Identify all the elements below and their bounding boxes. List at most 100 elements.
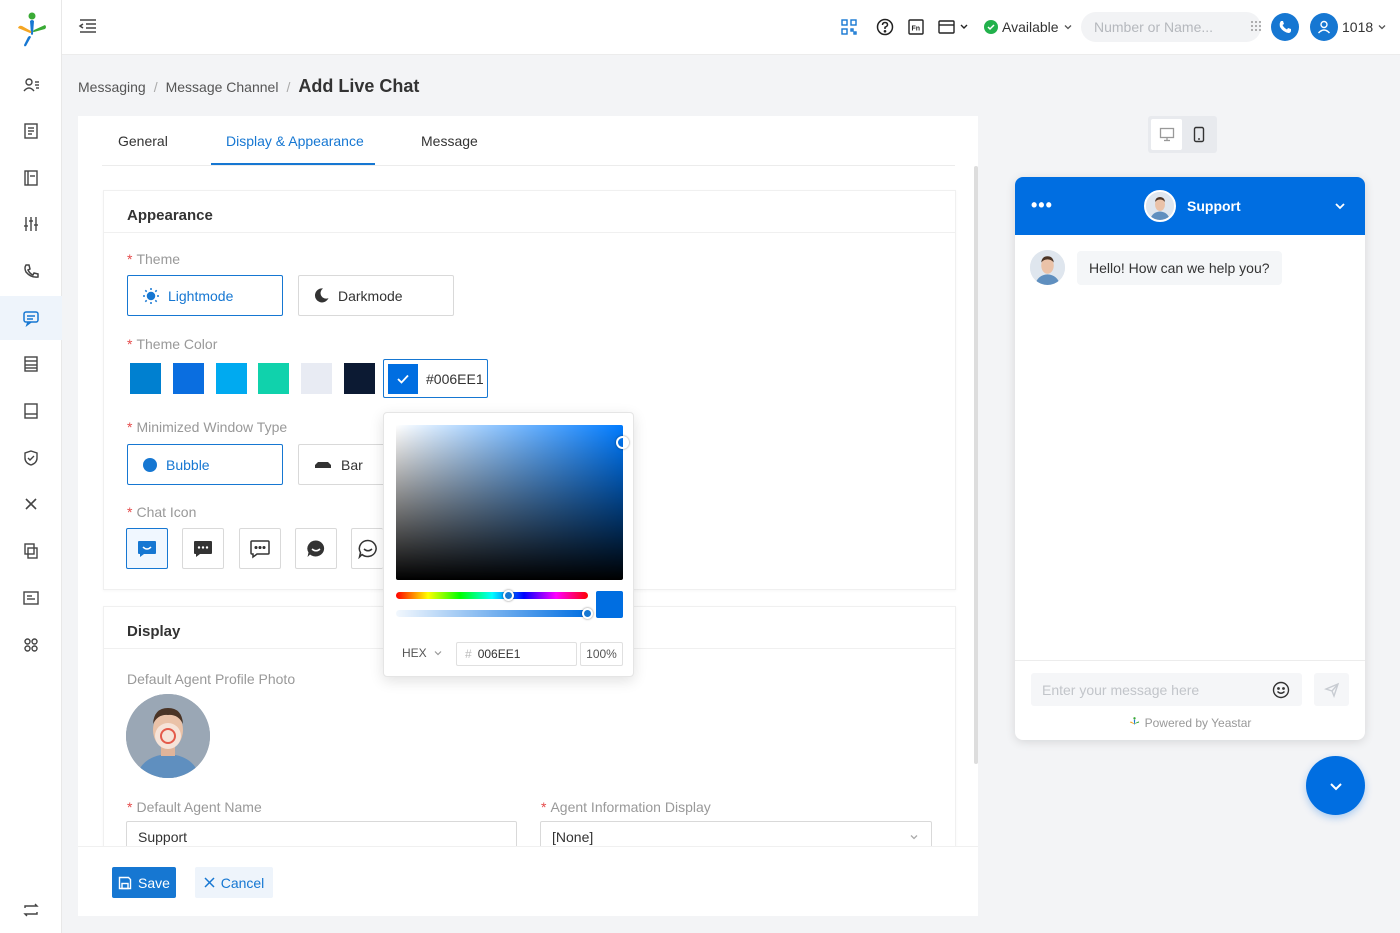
- qr-code-icon[interactable]: [838, 16, 860, 38]
- window-menu-icon[interactable]: [937, 16, 971, 38]
- minimize-chat-button[interactable]: [1306, 756, 1365, 815]
- alpha-slider[interactable]: [396, 610, 588, 617]
- sidebar-item-messaging[interactable]: [0, 296, 62, 340]
- hue-slider[interactable]: [396, 592, 588, 599]
- greeting-message: Hello! How can we help you?: [1077, 251, 1282, 285]
- sidebar-item-book[interactable]: [0, 156, 62, 200]
- profile-photo-label: Default Agent Profile Photo: [127, 671, 296, 687]
- saturation-handle[interactable]: [616, 436, 629, 449]
- sidebar-item-switch[interactable]: [0, 888, 62, 932]
- saturation-value-area[interactable]: [396, 425, 623, 580]
- chat-smile-round-icon: [307, 539, 325, 557]
- color-swatch-1[interactable]: [130, 363, 161, 394]
- alpha-handle[interactable]: [582, 608, 593, 619]
- hue-handle[interactable]: [503, 590, 514, 601]
- chat-header: ••• Support: [1015, 177, 1365, 235]
- chat-title: Support: [1187, 198, 1241, 214]
- sidebar-item-device[interactable]: [0, 389, 62, 433]
- contacts-icon: [23, 78, 39, 92]
- breadcrumb-messaging[interactable]: Messaging: [78, 79, 146, 95]
- send-button[interactable]: [1314, 673, 1349, 706]
- breadcrumb-separator: /: [153, 79, 158, 95]
- user-icon: [1317, 20, 1331, 34]
- emoji-icon[interactable]: [1272, 681, 1290, 699]
- device-icon: [24, 403, 38, 419]
- display-title: Display: [127, 623, 181, 640]
- yeastar-logo-small: [1129, 717, 1139, 725]
- chat-icon-option-5[interactable]: [351, 528, 383, 569]
- sun-icon: [143, 287, 159, 304]
- theme-lightmode-option[interactable]: Lightmode: [127, 275, 283, 316]
- sidebar-item-call[interactable]: [0, 249, 62, 293]
- alpha-input[interactable]: 100%: [580, 642, 623, 666]
- message-agent-avatar: [1030, 250, 1065, 285]
- call-button[interactable]: [1271, 13, 1299, 41]
- sidebar-item-apps[interactable]: [0, 623, 62, 667]
- menu-toggle-icon[interactable]: [78, 16, 98, 36]
- theme-color-label: * Theme Color: [127, 336, 218, 352]
- scrollbar[interactable]: [974, 166, 978, 764]
- color-format-label: HEX: [402, 646, 427, 660]
- sidebar-item-files[interactable]: [0, 529, 62, 573]
- files-icon: [24, 543, 38, 559]
- sidebar-item-tools[interactable]: [0, 482, 62, 526]
- chat-icon-option-2[interactable]: [182, 528, 224, 569]
- sidebar-item-settings[interactable]: [0, 202, 62, 246]
- function-key-icon[interactable]: Fn: [905, 16, 927, 38]
- color-swatch-5[interactable]: [301, 363, 332, 394]
- status-check-icon: [984, 20, 998, 34]
- minimized-bubble-option[interactable]: Bubble: [127, 444, 283, 485]
- color-picker-popover: HEX # 006EE1 100%: [383, 412, 634, 677]
- chat-round-outline-icon: [357, 539, 377, 559]
- mobile-view-button[interactable]: [1183, 119, 1214, 150]
- sidebar-item-security[interactable]: [0, 436, 62, 480]
- desktop-view-button[interactable]: [1151, 119, 1182, 150]
- top-bar: Fn Available 1018: [62, 0, 1400, 55]
- chat-menu-icon[interactable]: •••: [1031, 195, 1053, 216]
- search-input[interactable]: [1081, 12, 1261, 42]
- color-swatch-2[interactable]: [173, 363, 204, 394]
- color-swatch-4[interactable]: [258, 363, 289, 394]
- lightmode-label: Lightmode: [168, 287, 234, 304]
- sidebar-item-contacts[interactable]: [0, 63, 62, 107]
- color-swatch-6[interactable]: [344, 363, 375, 394]
- tab-bar: General Display & Appearance Message: [102, 116, 955, 166]
- color-swatch-3[interactable]: [216, 363, 247, 394]
- sidebar-item-cards[interactable]: [0, 576, 62, 620]
- chevron-down-icon: [1329, 782, 1342, 790]
- sidebar-item-cdr[interactable]: [0, 109, 62, 153]
- sidebar-item-list[interactable]: [0, 342, 62, 386]
- breadcrumb-message-channel[interactable]: Message Channel: [166, 79, 279, 95]
- page-title: Add Live Chat: [298, 76, 420, 96]
- user-extension[interactable]: 1018: [1342, 19, 1387, 35]
- hex-input[interactable]: # 006EE1: [456, 642, 577, 666]
- theme-darkmode-option[interactable]: Darkmode: [298, 275, 454, 316]
- minimized-bar-option[interactable]: Bar: [298, 444, 388, 485]
- cancel-button[interactable]: Cancel: [195, 867, 273, 898]
- agent-avatar-image: [1030, 250, 1065, 285]
- custom-color-selector[interactable]: #006EE1: [383, 359, 488, 398]
- presence-status[interactable]: Available: [984, 19, 1073, 35]
- agent-profile-photo[interactable]: [126, 694, 210, 778]
- tab-display-appearance[interactable]: Display & Appearance: [226, 133, 364, 149]
- chevron-down-icon[interactable]: [1333, 199, 1347, 213]
- chat-message-input[interactable]: Enter your message here: [1031, 673, 1302, 706]
- breadcrumb: Messaging / Message Channel / Add Live C…: [78, 76, 419, 97]
- chat-icon-label: * Chat Icon: [127, 504, 197, 520]
- user-avatar[interactable]: [1310, 13, 1338, 41]
- dialpad-icon[interactable]: [1250, 20, 1262, 32]
- tab-general[interactable]: General: [118, 133, 168, 149]
- custom-color-value: #006EE1: [426, 370, 484, 387]
- bubble-icon: [143, 457, 157, 472]
- sliders-icon: [24, 217, 38, 231]
- chat-icon-option-3[interactable]: [239, 528, 281, 569]
- tab-message[interactable]: Message: [421, 133, 478, 149]
- help-icon[interactable]: [874, 16, 896, 38]
- chat-icon-option-1[interactable]: [126, 528, 168, 569]
- color-preview: [596, 591, 623, 618]
- chat-icon-option-4[interactable]: [295, 528, 337, 569]
- save-button[interactable]: Save: [112, 867, 176, 898]
- bar-icon: [315, 461, 331, 468]
- color-format-select[interactable]: HEX: [402, 646, 443, 660]
- report-icon: [24, 123, 38, 139]
